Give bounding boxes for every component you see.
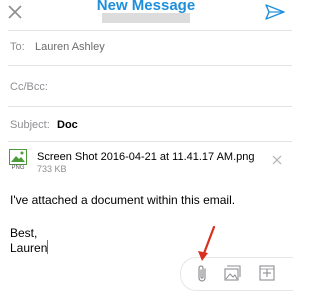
body-line[interactable]: Best, (10, 226, 37, 240)
attachment-filename[interactable]: Screen Shot 2016-04-21 at 11.41.17 AM.pn… (37, 151, 255, 163)
subject-field[interactable]: Subject: Doc (0, 114, 292, 144)
to-label: To: (10, 41, 25, 53)
body-line[interactable]: I've attached a document within this ema… (10, 193, 235, 207)
subject-value[interactable]: Doc (57, 119, 78, 131)
divider (8, 65, 292, 66)
sender-account-redacted (102, 13, 190, 23)
divider (8, 30, 292, 31)
to-field[interactable]: To: Lauren Ashley (0, 32, 292, 62)
subject-label: Subject: (10, 119, 50, 131)
text-cursor (47, 240, 48, 254)
paperclip-icon[interactable] (192, 263, 212, 283)
cc-bcc-label: Cc/Bcc: (10, 81, 48, 93)
divider (8, 106, 292, 107)
body-line[interactable]: Lauren (10, 241, 47, 255)
compose-title: New Message (96, 0, 196, 14)
cc-bcc-field[interactable]: Cc/Bcc: (0, 72, 292, 102)
divider (8, 141, 292, 142)
send-icon[interactable] (264, 3, 286, 21)
png-file-icon: PNG (9, 149, 27, 173)
to-recipient[interactable]: Lauren Ashley (35, 41, 105, 53)
attachment-size: 733 KB (37, 164, 67, 174)
file-type-label: PNG (11, 165, 25, 171)
photos-icon[interactable] (222, 263, 242, 283)
remove-attachment-icon[interactable] (271, 154, 283, 166)
add-icon[interactable] (257, 263, 277, 283)
annotation-arrow-icon (198, 225, 216, 261)
